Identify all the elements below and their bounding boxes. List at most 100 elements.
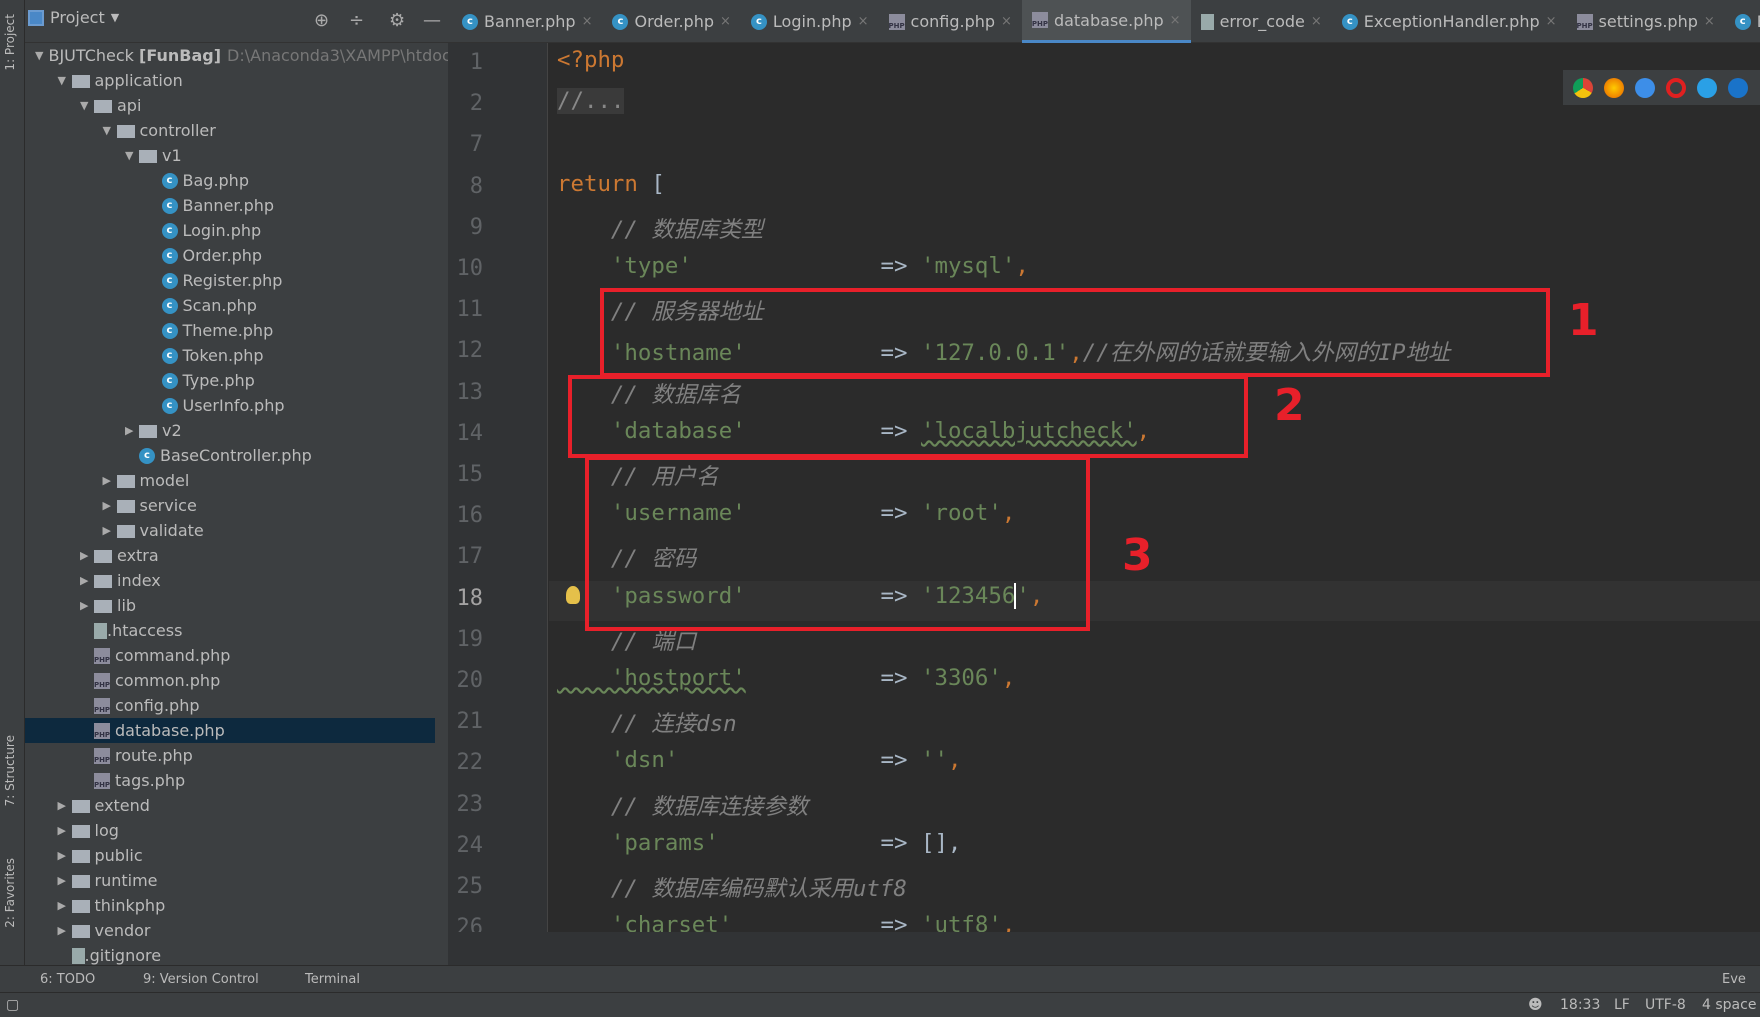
code-line[interactable]: <?php <box>557 47 624 73</box>
code-line[interactable]: // 数据库类型 <box>557 212 763 244</box>
expand-arrow-icon[interactable]: ▶ <box>58 824 72 837</box>
tree-item[interactable]: ▶ v2 <box>25 418 435 443</box>
lightbulb-icon[interactable] <box>566 586 580 604</box>
code-line[interactable]: 'hostport' => '3306', <box>557 665 1015 691</box>
indent-setting[interactable]: 4 space <box>1702 997 1756 1013</box>
safari-icon[interactable] <box>1635 77 1655 98</box>
collapse-arrow-icon[interactable]: ▼ <box>80 99 94 112</box>
tree-item[interactable]: ▼ api <box>25 93 435 118</box>
tree-item[interactable]: .gitignore <box>25 943 435 965</box>
project-view-selector[interactable]: Project ▼ <box>28 8 119 27</box>
tree-item[interactable]: c Register.php <box>25 268 435 293</box>
code-line[interactable]: // 连接dsn <box>557 706 737 738</box>
tree-item[interactable]: ▼ application <box>25 68 435 93</box>
file-encoding[interactable]: UTF-8 <box>1645 997 1686 1013</box>
close-icon[interactable]: × <box>720 14 731 29</box>
ie-icon[interactable] <box>1697 77 1717 98</box>
tree-item[interactable]: ▼ v1 <box>25 143 435 168</box>
chrome-icon[interactable] <box>1573 77 1593 98</box>
close-icon[interactable]: × <box>858 14 869 29</box>
terminal-button[interactable]: Terminal <box>305 972 360 987</box>
locate-icon[interactable]: ⊕ <box>314 10 329 31</box>
code-line[interactable]: // 数据库连接参数 <box>557 789 808 821</box>
tree-item[interactable]: c UserInfo.php <box>25 393 435 418</box>
expand-arrow-icon[interactable]: ▶ <box>58 799 72 812</box>
expand-arrow-icon[interactable]: ▶ <box>125 424 139 437</box>
close-icon[interactable]: × <box>1001 14 1012 29</box>
close-icon[interactable]: × <box>582 14 593 29</box>
tree-item[interactable]: ▶ index <box>25 568 435 593</box>
tree-item[interactable]: c Token.php <box>25 343 435 368</box>
tree-item[interactable]: .htaccess <box>25 618 435 643</box>
cursor-position[interactable]: 18:33 <box>1560 997 1600 1013</box>
version-control-button[interactable]: 9: Version Control <box>143 972 259 987</box>
tree-item[interactable]: c Bag.php <box>25 168 435 193</box>
close-icon[interactable]: × <box>1170 13 1181 28</box>
code-line[interactable]: 'type' => 'mysql', <box>557 253 1029 279</box>
expand-arrow-icon[interactable]: ▶ <box>103 499 117 512</box>
collapse-arrow-icon[interactable]: ▼ <box>103 124 117 137</box>
tree-item[interactable]: c Banner.php <box>25 193 435 218</box>
tab-error-code[interactable]: error_code × <box>1191 0 1332 43</box>
expand-arrow-icon[interactable]: ▼ <box>35 49 43 62</box>
tree-item[interactable]: ▶ runtime <box>25 868 435 893</box>
opera-icon[interactable] <box>1666 77 1686 98</box>
todo-button[interactable]: 6: TODO <box>40 972 95 987</box>
firefox-icon[interactable] <box>1604 77 1624 98</box>
code-line[interactable]: // 数据库编码默认采用utf8 <box>557 871 907 903</box>
code-line[interactable]: 'dsn' => '', <box>557 747 962 773</box>
project-tool-tab[interactable]: 1: Project <box>3 14 17 71</box>
tree-item[interactable]: ▶ extra <box>25 543 435 568</box>
tree-item[interactable]: ▼ controller <box>25 118 435 143</box>
expand-arrow-icon[interactable]: ▶ <box>80 549 94 562</box>
tree-item[interactable]: c Scan.php <box>25 293 435 318</box>
expand-arrow-icon[interactable]: ▶ <box>58 899 72 912</box>
tab-banner-php[interactable]: c Banner.php × <box>452 0 602 43</box>
tree-item[interactable]: PHP database.php <box>25 718 435 743</box>
collapse-arrow-icon[interactable]: ▼ <box>58 74 72 87</box>
tree-item[interactable]: ▶ service <box>25 493 435 518</box>
tab-login-php[interactable]: c Login.php × <box>741 0 879 43</box>
code-line[interactable]: 'params' => [], <box>557 830 962 856</box>
close-icon[interactable]: × <box>1311 14 1322 29</box>
tree-root[interactable]: ▼ BJUTCheck [FunBag] D:\Anaconda3\XAMPP\… <box>25 43 448 68</box>
tree-item[interactable]: ▶ public <box>25 843 435 868</box>
tab-bas[interactable]: cBas <box>1725 0 1760 43</box>
tab-exceptionhandler-php[interactable]: c ExceptionHandler.php × <box>1332 0 1567 43</box>
expand-arrow-icon[interactable]: ▶ <box>80 599 94 612</box>
structure-tool-tab[interactable]: 7: Structure <box>3 735 17 806</box>
tree-item[interactable]: c Type.php <box>25 368 435 393</box>
code-line[interactable]: //... <box>557 88 625 115</box>
expand-arrow-icon[interactable]: ▶ <box>80 574 94 587</box>
expand-arrow-icon[interactable]: ▶ <box>103 524 117 537</box>
tab-database-php[interactable]: PHP database.php × <box>1021 0 1191 43</box>
expand-arrow-icon[interactable]: ▶ <box>103 474 117 487</box>
hector-icon[interactable]: ☻ <box>1528 997 1543 1013</box>
tree-item[interactable]: PHP common.php <box>25 668 435 693</box>
expand-arrow-icon[interactable]: ▶ <box>58 849 72 862</box>
tree-item[interactable]: PHP tags.php <box>25 768 435 793</box>
tree-item[interactable]: c Login.php <box>25 218 435 243</box>
collapse-arrow-icon[interactable]: ▼ <box>125 149 139 162</box>
tree-item[interactable]: PHP command.php <box>25 643 435 668</box>
close-icon[interactable]: × <box>1546 14 1557 29</box>
tree-item[interactable]: ▶ thinkphp <box>25 893 435 918</box>
hide-icon[interactable]: — <box>423 10 441 31</box>
tab-config-php[interactable]: PHP config.php × <box>879 0 1022 43</box>
tree-item[interactable]: ▶ lib <box>25 593 435 618</box>
tree-item[interactable]: ▶ model <box>25 468 435 493</box>
expand-arrow-icon[interactable]: ▶ <box>58 924 72 937</box>
tree-item[interactable]: PHP route.php <box>25 743 435 768</box>
tab-order-php[interactable]: c Order.php × <box>602 0 740 43</box>
tree-item[interactable]: PHP config.php <box>25 693 435 718</box>
tree-item[interactable]: c BaseController.php <box>25 443 435 468</box>
tree-item[interactable]: ▶ validate <box>25 518 435 543</box>
expand-arrow-icon[interactable]: ▶ <box>58 874 72 887</box>
code-line[interactable]: return [ <box>557 171 665 197</box>
tree-item[interactable]: ▶ extend <box>25 793 435 818</box>
edge-icon[interactable] <box>1728 77 1748 98</box>
tree-item[interactable]: c Theme.php <box>25 318 435 343</box>
layout-toggle-icon[interactable]: ▢ <box>6 997 19 1013</box>
tab-settings-php[interactable]: PHP settings.php × <box>1567 0 1725 43</box>
line-separator[interactable]: LF <box>1614 997 1630 1013</box>
